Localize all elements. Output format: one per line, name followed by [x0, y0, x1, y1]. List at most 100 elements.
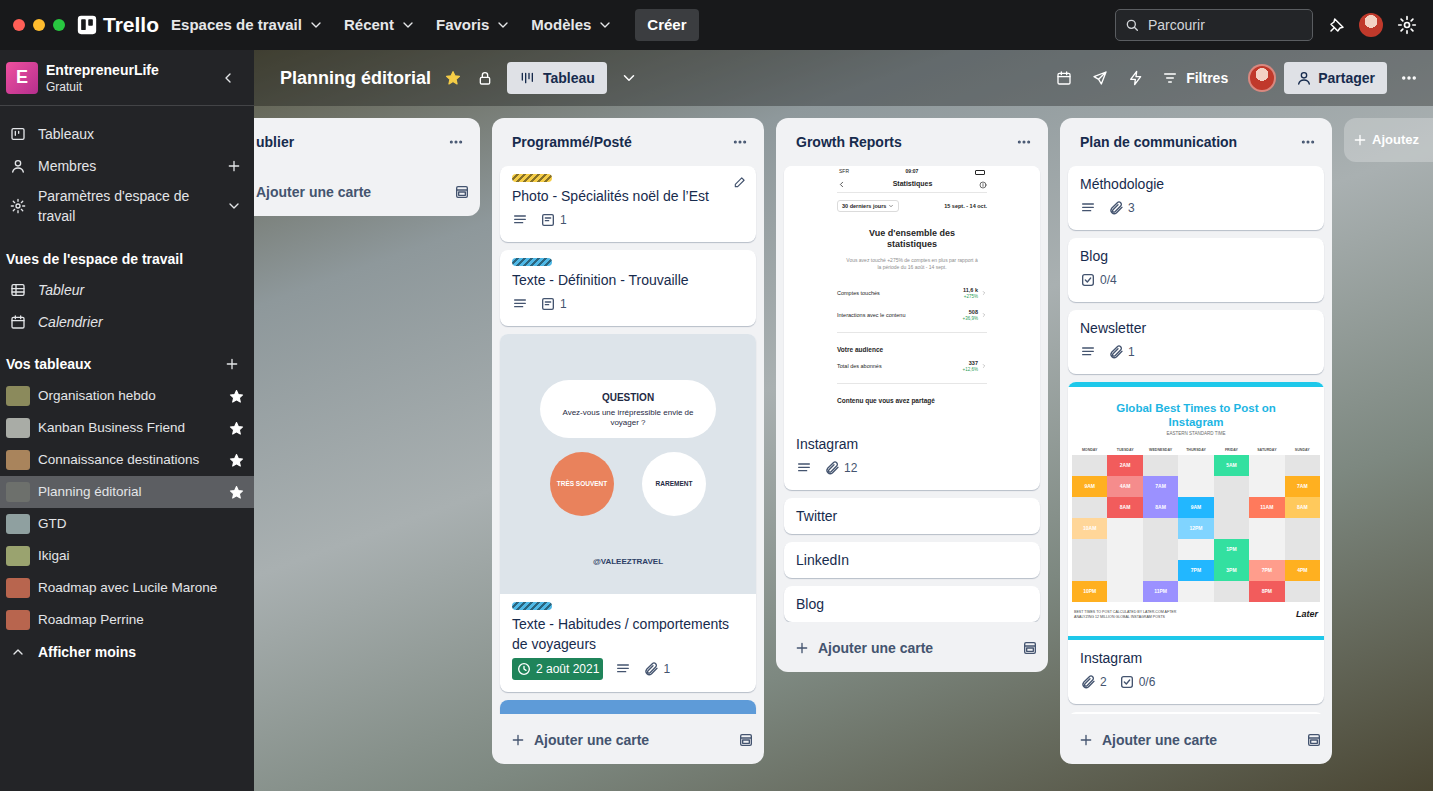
filter-label[interactable]: Filtres [1186, 68, 1228, 89]
card[interactable]: SFR09:07Statistiques30 derniers jours15 … [784, 166, 1040, 490]
add-board-icon[interactable] [222, 354, 242, 374]
board-item[interactable]: Planning éditorial [0, 476, 254, 508]
card-title[interactable]: Blog [796, 594, 1028, 614]
lock-icon[interactable] [477, 70, 493, 86]
card[interactable] [500, 700, 756, 714]
board-item-label[interactable]: Planning éditorial [38, 482, 220, 502]
star-icon[interactable] [228, 516, 244, 532]
card[interactable]: Photo - Spécialités noël de l’Est1 [500, 166, 756, 242]
card-title[interactable]: Twitter [796, 506, 1028, 526]
add-card-label[interactable]: Ajouter une carte [1102, 730, 1217, 751]
show-less-label[interactable]: Afficher moins [38, 642, 136, 663]
list-title[interactable]: ublier [256, 132, 294, 153]
board-item-label[interactable]: GTD [38, 514, 220, 534]
send-icon[interactable] [1086, 64, 1114, 92]
list-menu-icon[interactable] [1294, 128, 1322, 156]
list-title[interactable]: Growth Reports [796, 132, 902, 153]
view-switcher-label[interactable]: Tableau [543, 68, 595, 89]
menu-label[interactable]: Favoris [436, 14, 489, 37]
view-menu-icon[interactable] [615, 64, 643, 92]
board-item-label[interactable]: Roadmap Perrine [38, 610, 220, 630]
card[interactable]: Global Best Times to Post on InstagramEA… [1068, 382, 1324, 704]
card[interactable]: Texte - Définition - Trouvaille1 [500, 250, 756, 326]
star-icon[interactable] [228, 452, 244, 468]
settings-icon[interactable] [1393, 11, 1421, 39]
add-card-button[interactable]: Ajouter une carte [794, 638, 933, 659]
add-card-label[interactable]: Ajouter une carte [818, 638, 933, 659]
sidebar-item[interactable]: Paramètres d'espace de travail [0, 182, 254, 230]
view-label[interactable]: Calendrier [38, 312, 103, 333]
card[interactable]: Twitter [784, 498, 1040, 534]
logo-text[interactable]: Trello [103, 9, 159, 41]
card[interactable]: Newsletter1 [1068, 310, 1324, 374]
menu-button[interactable]: Espaces de travail [161, 9, 334, 41]
board-item[interactable]: Kanban Business Friend [0, 412, 254, 444]
user-avatar[interactable] [1359, 13, 1383, 37]
show-less-button[interactable]: Afficher moins [0, 636, 254, 668]
sidebar-item-label[interactable]: Membres [38, 156, 96, 176]
add-card-button[interactable]: Ajouter une carte [256, 182, 371, 203]
star-icon[interactable] [228, 420, 244, 436]
add-card-button[interactable]: Ajouter une carte [510, 730, 649, 751]
collapse-icon[interactable] [214, 64, 242, 92]
share-button[interactable]: Partager [1284, 62, 1387, 94]
card-title[interactable]: Instagram [796, 434, 1028, 454]
create-button[interactable]: Créer [635, 9, 698, 41]
list-menu-icon[interactable] [442, 128, 470, 156]
board-item-label[interactable]: Connaissance destinations [38, 450, 220, 470]
share-label[interactable]: Partager [1318, 68, 1375, 89]
card-label[interactable] [512, 602, 552, 610]
view-item[interactable]: Tableur [0, 274, 254, 306]
star-icon[interactable] [228, 612, 244, 628]
card[interactable]: Blog [784, 586, 1040, 622]
star-icon[interactable] [443, 68, 463, 88]
sidebar-item-label[interactable]: Paramètres d'espace de travail [38, 186, 210, 226]
edit-icon[interactable] [728, 170, 752, 194]
board-title[interactable]: Planning éditorial [280, 65, 431, 92]
search-input[interactable] [1148, 15, 1304, 36]
star-icon[interactable] [228, 580, 244, 596]
board-item-label[interactable]: Organisation hebdo [38, 386, 220, 406]
window-control[interactable] [53, 19, 65, 31]
board-item[interactable]: GTD [0, 508, 254, 540]
card-title[interactable]: Texte - Habitudes / comportements de voy… [512, 614, 744, 654]
search-box[interactable] [1115, 9, 1313, 41]
more-icon[interactable] [1395, 64, 1423, 92]
list-title[interactable]: Programmé/Posté [512, 132, 632, 153]
board-item[interactable]: Organisation hebdo [0, 380, 254, 412]
card-title[interactable]: Photo - Spécialités noël de l’Est [512, 186, 744, 206]
menu-label[interactable]: Récent [344, 14, 394, 37]
add-card-label[interactable]: Ajouter une carte [534, 730, 649, 751]
view-label[interactable]: Tableur [38, 280, 84, 301]
board-item[interactable]: Roadmap Perrine [0, 604, 254, 636]
card-title[interactable]: Newsletter [1080, 318, 1312, 338]
card[interactable]: Méthodologie3 [1068, 166, 1324, 230]
card-title[interactable]: Méthodologie [1080, 174, 1312, 194]
view-switcher[interactable]: Tableau [507, 62, 607, 94]
filter-button[interactable]: Filtres [1154, 62, 1236, 94]
star-icon[interactable] [228, 484, 244, 500]
workspace-name[interactable]: EntrepreneurLife [46, 61, 206, 79]
card[interactable] [1068, 712, 1324, 714]
create-label[interactable]: Créer [647, 14, 686, 37]
sidebar-item[interactable]: Membres [0, 150, 254, 182]
template-icon[interactable] [1306, 732, 1322, 748]
due-badge[interactable]: 2 août 2021 [512, 658, 603, 680]
add-member-icon[interactable] [224, 156, 244, 176]
menu-button[interactable]: Favoris [426, 9, 521, 41]
menu-button[interactable]: Modèles [521, 9, 623, 41]
menu-button[interactable]: Récent [334, 9, 426, 41]
card-title[interactable]: Instagram [1080, 648, 1312, 668]
view-item[interactable]: Calendrier [0, 306, 254, 338]
card-label[interactable] [512, 258, 552, 266]
card-label[interactable] [512, 174, 552, 182]
member-avatar[interactable] [1248, 64, 1276, 92]
workspace-logo[interactable]: E [6, 62, 38, 94]
star-icon[interactable] [228, 548, 244, 564]
automation-icon[interactable] [1122, 64, 1150, 92]
card[interactable]: Blog0/4 [1068, 238, 1324, 302]
list-menu-icon[interactable] [726, 128, 754, 156]
sidebar-item-label[interactable]: Tableaux [38, 124, 94, 144]
window-control[interactable] [13, 19, 25, 31]
template-icon[interactable] [1022, 640, 1038, 656]
